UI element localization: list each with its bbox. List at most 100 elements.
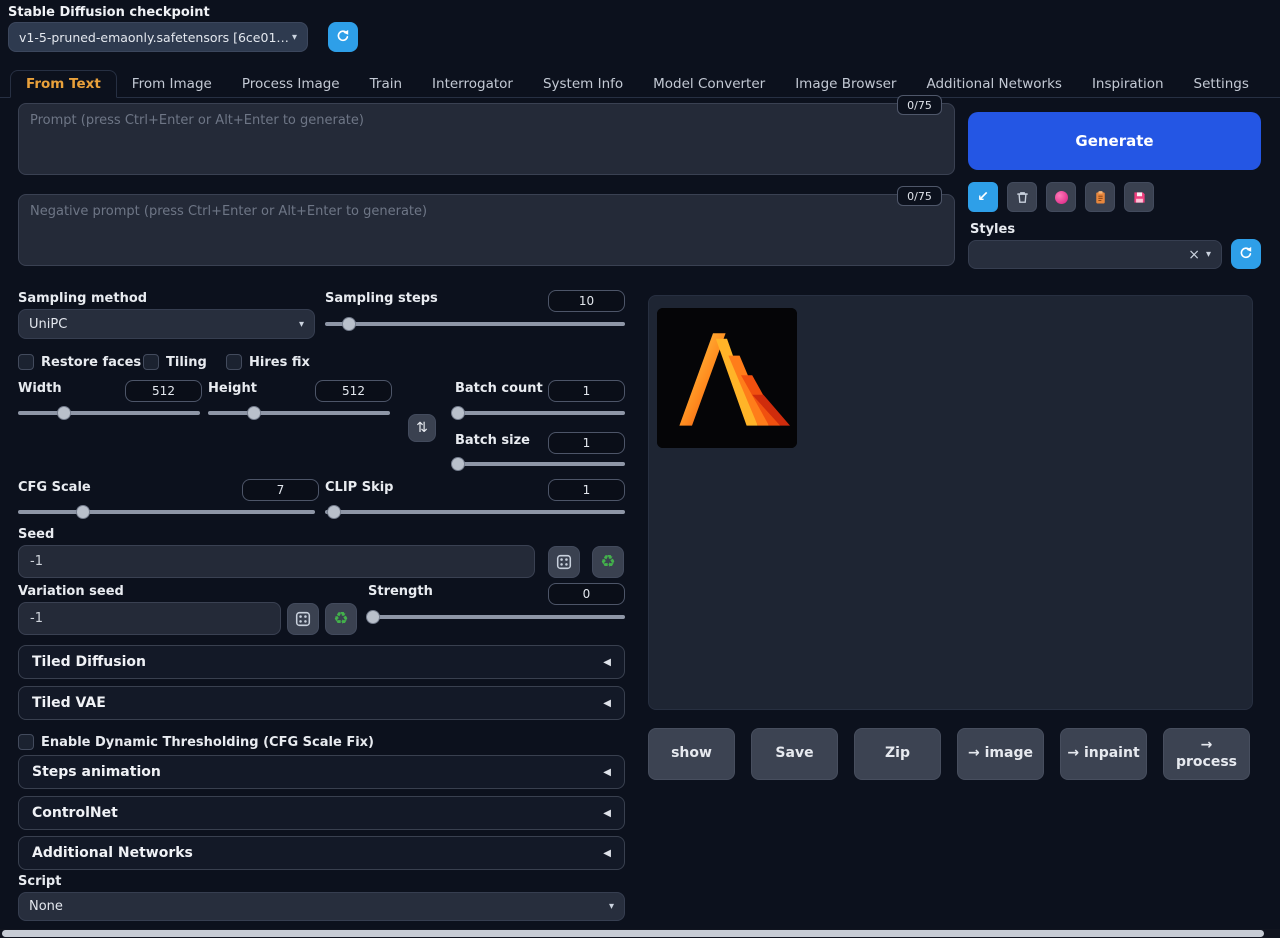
accordion-label: ControlNet	[32, 805, 118, 821]
tab-model-converter[interactable]: Model Converter	[638, 71, 780, 97]
variation-seed-input[interactable]	[18, 602, 281, 635]
width-slider[interactable]	[18, 406, 200, 420]
checkbox-box[interactable]	[226, 354, 242, 370]
slider-handle[interactable]	[451, 457, 465, 471]
send-to-inpaint-button[interactable]: → inpaint	[1060, 728, 1147, 780]
cfg-scale-input[interactable]	[242, 479, 319, 501]
height-input[interactable]	[315, 380, 392, 402]
accordion-tiled-vae[interactable]: Tiled VAE ◀	[18, 686, 625, 720]
tab-train[interactable]: Train	[355, 71, 417, 97]
batch-count-slider[interactable]	[455, 406, 625, 420]
show-button[interactable]: show	[648, 728, 735, 780]
tab-inspiration[interactable]: Inspiration	[1077, 71, 1179, 97]
sampling-steps-input[interactable]	[548, 290, 625, 312]
dynamic-thresholding-checkbox[interactable]: Enable Dynamic Thresholding (CFG Scale F…	[18, 734, 374, 750]
generate-button[interactable]: Generate	[968, 112, 1261, 170]
tab-settings[interactable]: Settings	[1179, 71, 1264, 97]
output-image-thumbnail[interactable]	[657, 308, 797, 448]
accordion-steps-animation[interactable]: Steps animation ◀	[18, 755, 625, 789]
slider-handle[interactable]	[342, 317, 356, 331]
dice-icon	[555, 553, 573, 571]
send-to-image-button[interactable]: → image	[957, 728, 1044, 780]
horizontal-scrollbar[interactable]	[0, 929, 1280, 938]
slider-handle[interactable]	[57, 406, 71, 420]
tab-system-info[interactable]: System Info	[528, 71, 638, 97]
hires-fix-checkbox[interactable]: Hires fix	[226, 354, 310, 370]
tab-additional-networks[interactable]: Additional Networks	[911, 71, 1076, 97]
chevron-left-icon: ◀	[603, 808, 611, 819]
refresh-icon	[1238, 245, 1254, 264]
tab-image-browser[interactable]: Image Browser	[780, 71, 911, 97]
script-dropdown[interactable]: None ▾	[18, 892, 625, 921]
tiling-checkbox[interactable]: Tiling	[143, 354, 207, 370]
reuse-variation-seed-button[interactable]: ♻	[325, 603, 357, 635]
sampling-method-value: UniPC	[29, 317, 67, 332]
batch-count-input[interactable]	[548, 380, 625, 402]
save-button[interactable]: Save	[751, 728, 838, 780]
output-gallery	[648, 295, 1253, 710]
tab-interrogator[interactable]: Interrogator	[417, 71, 528, 97]
negative-prompt-input[interactable]	[18, 194, 955, 266]
accordion-controlnet[interactable]: ControlNet ◀	[18, 796, 625, 830]
checkbox-box[interactable]	[18, 354, 34, 370]
slider-track	[368, 615, 625, 619]
checkpoint-label: Stable Diffusion checkpoint	[8, 5, 210, 20]
accordion-tiled-diffusion[interactable]: Tiled Diffusion ◀	[18, 645, 625, 679]
tab-from-text[interactable]: From Text	[10, 70, 117, 98]
height-slider[interactable]	[208, 406, 390, 420]
cfg-scale-slider[interactable]	[18, 505, 315, 519]
slider-handle[interactable]	[247, 406, 261, 420]
sampling-method-dropdown[interactable]: UniPC ▾	[18, 309, 315, 339]
accordion-additional-networks[interactable]: Additional Networks ◀	[18, 836, 625, 870]
width-input[interactable]	[125, 380, 202, 402]
clear-prompt-button[interactable]	[1007, 182, 1037, 212]
tab-process-image[interactable]: Process Image	[227, 71, 355, 97]
random-seed-button[interactable]	[548, 546, 580, 578]
slider-track	[455, 411, 625, 415]
paste-params-button[interactable]: ↙	[968, 182, 998, 212]
save-style-button[interactable]	[1124, 182, 1154, 212]
sampling-steps-label: Sampling steps	[325, 291, 438, 306]
dice-icon	[294, 610, 312, 628]
slider-handle[interactable]	[76, 505, 90, 519]
slider-track	[208, 411, 390, 415]
apply-style-button[interactable]	[1085, 182, 1115, 212]
reuse-seed-button[interactable]: ♻	[592, 546, 624, 578]
seed-input[interactable]	[18, 545, 535, 578]
checkpoint-dropdown[interactable]: v1-5-pruned-emaonly.safetensors [6ce0161…	[8, 22, 308, 52]
slider-handle[interactable]	[327, 505, 341, 519]
strength-label: Strength	[368, 584, 433, 599]
restore-faces-checkbox[interactable]: Restore faces	[18, 354, 141, 370]
batch-size-slider[interactable]	[455, 457, 625, 471]
zip-button[interactable]: Zip	[854, 728, 941, 780]
sampling-steps-slider[interactable]	[325, 317, 625, 331]
extra-networks-button[interactable]	[1046, 182, 1076, 212]
cfg-scale-label: CFG Scale	[18, 480, 91, 495]
clip-skip-slider[interactable]	[325, 505, 625, 519]
scrollbar-thumb[interactable]	[2, 930, 1264, 937]
random-variation-seed-button[interactable]	[287, 603, 319, 635]
paste-arrow-icon: ↙	[977, 189, 989, 205]
refresh-checkpoint-button[interactable]	[328, 22, 358, 52]
clip-skip-input[interactable]	[548, 479, 625, 501]
seed-label: Seed	[18, 527, 54, 542]
accordion-label: Tiled VAE	[32, 695, 106, 711]
strength-input[interactable]	[548, 583, 625, 605]
checkbox-box[interactable]	[143, 354, 159, 370]
send-to-process-button[interactable]: → process	[1163, 728, 1250, 780]
strength-slider[interactable]	[368, 610, 625, 624]
tab-extensions[interactable]: Extensions	[1264, 71, 1280, 97]
refresh-styles-button[interactable]	[1231, 239, 1261, 269]
clear-styles-icon[interactable]: ×	[1188, 247, 1200, 263]
swap-width-height-button[interactable]: ⇅	[408, 414, 436, 442]
slider-handle[interactable]	[366, 610, 380, 624]
checkbox-box[interactable]	[18, 734, 34, 750]
swap-icon: ⇅	[416, 420, 428, 436]
styles-dropdown[interactable]: × ▾	[968, 240, 1222, 269]
clip-skip-label: CLIP Skip	[325, 480, 394, 495]
prompt-input[interactable]	[18, 103, 955, 175]
tab-from-image[interactable]: From Image	[117, 71, 227, 97]
slider-handle[interactable]	[451, 406, 465, 420]
batch-size-input[interactable]	[548, 432, 625, 454]
batch-count-label: Batch count	[455, 381, 543, 396]
